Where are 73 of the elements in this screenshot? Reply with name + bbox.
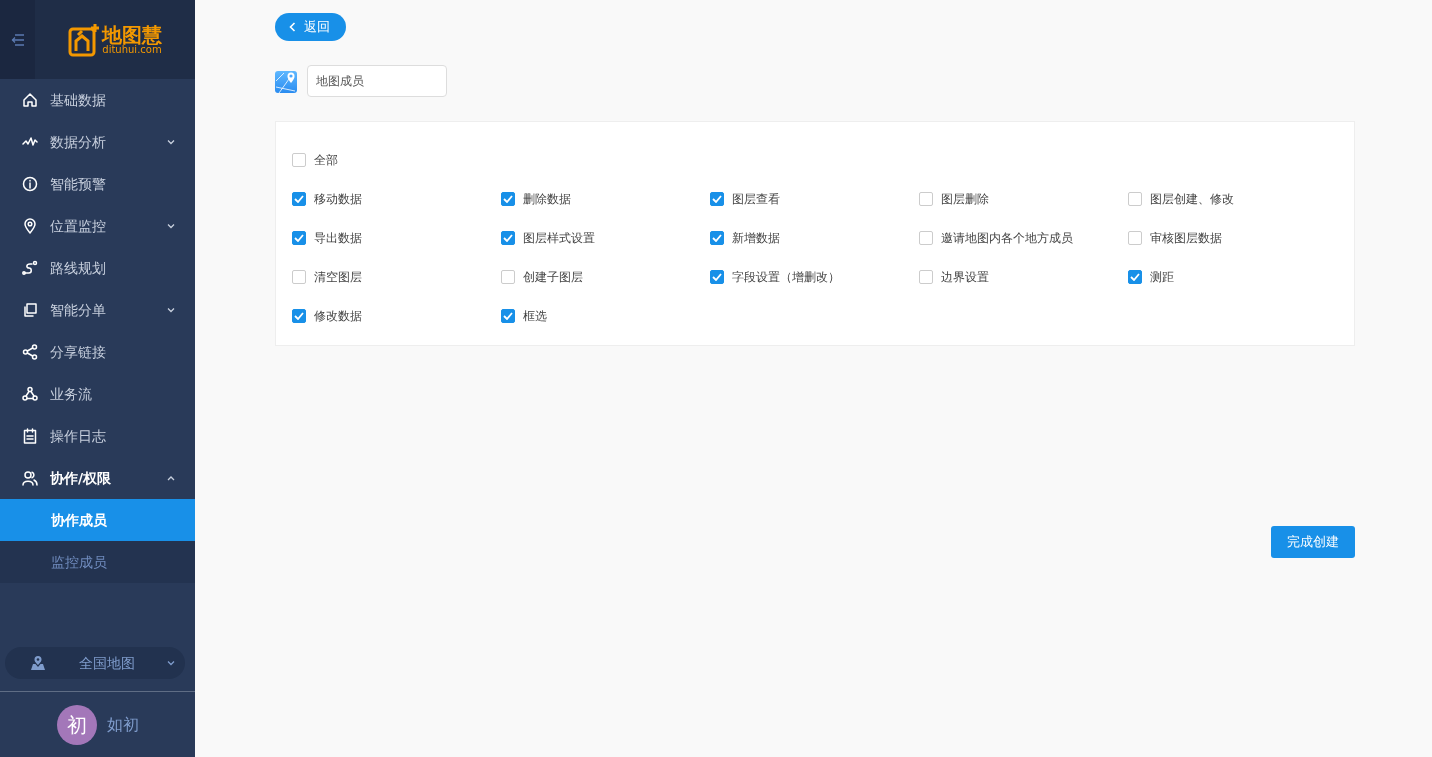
checkbox[interactable] — [292, 308, 306, 323]
users-icon — [22, 470, 38, 486]
checkbox[interactable] — [919, 269, 933, 284]
map-icon — [275, 69, 299, 93]
logo-title: 地图慧 — [102, 24, 162, 45]
checkbox-label: 新增数据 — [732, 229, 780, 247]
checkbox[interactable] — [501, 230, 515, 245]
checkbox[interactable] — [1128, 230, 1142, 245]
location-pin-icon — [22, 218, 38, 234]
checkbox-label: 修改数据 — [314, 307, 362, 325]
checkbox[interactable] — [1128, 269, 1142, 284]
chevron-icon — [167, 139, 175, 145]
checkbox[interactable] — [292, 230, 306, 245]
checkbox-label: 框选 — [523, 307, 547, 325]
checkbox-label: 图层删除 — [941, 190, 989, 208]
checkbox[interactable] — [919, 230, 933, 245]
user-avatar: 初 — [56, 704, 97, 745]
copy-icon — [22, 302, 38, 318]
menu-item[interactable]: 路线规划 — [0, 247, 195, 289]
route-icon — [22, 260, 38, 276]
user-name: 如初 — [106, 713, 139, 736]
checkbox-label: 字段设置（增删改） — [732, 268, 840, 286]
menu-item[interactable]: 分享链接 — [0, 331, 195, 373]
chevron-icon — [167, 307, 175, 313]
map-pin-icon — [30, 655, 46, 671]
chevron-icon — [167, 475, 175, 481]
menu-item[interactable]: 业务流 — [0, 373, 195, 415]
menu-toggle-button[interactable] — [0, 0, 35, 79]
checkbox-label: 删除数据 — [523, 190, 571, 208]
submenu-item[interactable]: 监控成员 — [0, 541, 195, 583]
checkbox[interactable] — [710, 269, 724, 284]
checkbox[interactable] — [1128, 191, 1142, 206]
chevron-icon — [167, 660, 175, 666]
checkbox-label: 邀请地图内各个地方成员 — [941, 229, 1073, 247]
chevron-left-icon — [289, 22, 296, 32]
info-icon — [22, 176, 38, 192]
checkbox-label: 全部 — [314, 151, 338, 169]
checkbox[interactable] — [292, 269, 306, 284]
checkbox[interactable] — [501, 269, 515, 284]
menu-item[interactable]: 智能预警 — [0, 163, 195, 205]
checkbox-label: 审核图层数据 — [1150, 229, 1222, 247]
checkbox-label: 移动数据 — [314, 190, 362, 208]
menu-item[interactable]: 智能分单 — [0, 289, 195, 331]
logo-icon — [68, 22, 100, 57]
checkbox[interactable] — [501, 308, 515, 323]
menu-item[interactable]: 数据分析 — [0, 121, 195, 163]
checkbox-label: 导出数据 — [314, 229, 362, 247]
share-icon — [22, 344, 38, 360]
menu-item[interactable]: 位置监控 — [0, 205, 195, 247]
checkbox-label: 图层创建、修改 — [1150, 190, 1234, 208]
home-icon — [22, 92, 38, 108]
checkbox[interactable] — [710, 230, 724, 245]
checkbox-label: 图层查看 — [732, 190, 780, 208]
checkbox-label: 清空图层 — [314, 268, 362, 286]
chevron-icon — [167, 223, 175, 229]
logo-domain: dituhui.com — [102, 44, 162, 55]
checkbox[interactable] — [292, 152, 306, 167]
name-input-field[interactable]: 地图成员 — [307, 65, 447, 97]
menu-item[interactable]: 基础数据 — [0, 79, 195, 121]
checkbox[interactable] — [292, 191, 306, 206]
checkbox[interactable] — [919, 191, 933, 206]
checkbox-label: 创建子图层 — [523, 268, 583, 286]
checkbox[interactable] — [710, 191, 724, 206]
checkbox[interactable] — [501, 191, 515, 206]
checkbox-label: 图层样式设置 — [523, 229, 595, 247]
menu-item[interactable]: 协作/权限 — [0, 457, 195, 499]
menu-item[interactable]: 操作日志 — [0, 415, 195, 457]
workflow-icon — [22, 386, 38, 402]
map-selector[interactable]: 全国地图 — [5, 647, 185, 679]
checkbox-label: 测距 — [1150, 268, 1174, 286]
clipboard-icon — [22, 428, 38, 444]
menu-icon — [10, 33, 25, 46]
checkbox-label: 边界设置 — [941, 268, 989, 286]
